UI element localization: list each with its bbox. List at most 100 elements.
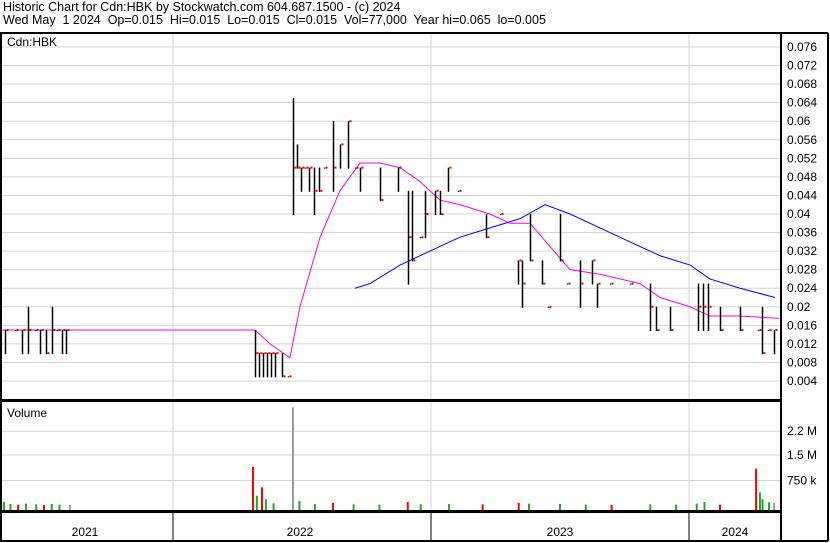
year-label: 2024 (722, 525, 749, 539)
close-tick (631, 282, 634, 285)
close-tick (651, 305, 654, 308)
close-tick (16, 328, 19, 331)
close-tick (409, 236, 412, 239)
close-tick (325, 166, 328, 169)
close-tick (759, 328, 762, 331)
volume-bar (761, 499, 764, 510)
price-tick-label: 0.068 (787, 77, 817, 91)
close-tick (501, 212, 504, 215)
close-tick (611, 282, 614, 285)
volume-bar (773, 502, 776, 510)
close-tick (315, 189, 318, 192)
volume-bar (58, 504, 61, 510)
close-tick (519, 259, 522, 262)
volume-bar (517, 502, 520, 510)
price-tick-label: 0.032 (787, 244, 817, 258)
close-tick (699, 305, 702, 308)
close-tick (657, 328, 660, 331)
close-tick (671, 328, 674, 331)
volume-bar (255, 495, 258, 510)
close-tick (334, 166, 337, 169)
close-tick (6, 328, 9, 331)
close-tick (268, 352, 271, 355)
year-label: 2021 (72, 525, 99, 539)
close-tick (449, 166, 452, 169)
close-tick (593, 259, 596, 262)
close-tick (581, 282, 584, 285)
close-tick (399, 166, 402, 169)
volume-bar (448, 503, 451, 510)
volume-panel-frame (0, 400, 782, 512)
volume-bar (406, 501, 409, 510)
close-tick (523, 282, 526, 285)
close-tick (63, 328, 66, 331)
volume-bar (584, 504, 587, 510)
close-tick (320, 189, 323, 192)
volume-bar (35, 504, 38, 510)
volume-bar (767, 502, 770, 510)
price-tick-label: 0.052 (787, 151, 817, 165)
close-tick (775, 328, 778, 331)
price-tick-label: 0.028 (787, 263, 817, 277)
close-tick (58, 328, 61, 331)
short-moving-average-line (1, 162, 780, 359)
close-tick (356, 166, 359, 169)
volume-bar (3, 501, 6, 510)
close-tick (298, 166, 301, 169)
year-axis-frame (0, 511, 782, 542)
volume-bar (755, 468, 758, 510)
close-tick (459, 189, 462, 192)
volume-bar (352, 504, 355, 510)
close-tick (704, 305, 707, 308)
close-tick (421, 236, 424, 239)
volume-tick-label: 2.2 M (787, 424, 817, 438)
volume-bar (758, 492, 761, 510)
price-tick-label: 0.072 (787, 59, 817, 73)
volume-bar (264, 499, 267, 510)
close-tick (769, 328, 772, 331)
close-tick (47, 352, 50, 355)
price-tick-label: 0.06 (787, 114, 811, 128)
volume-tick-label: 750 k (787, 474, 817, 488)
close-tick (283, 375, 286, 378)
volume-bar (718, 504, 721, 510)
close-tick (543, 282, 546, 285)
volume-bar (50, 503, 53, 510)
price-tick-label: 0.048 (787, 170, 817, 184)
price-chart: 0.004 0.008 0.012 0.016 0.02 0.024 0.028 0.032 0… (0, 32, 829, 542)
close-tick (306, 166, 309, 169)
price-tick-label: 0.044 (787, 188, 817, 202)
volume-bar (291, 407, 294, 510)
price-panel-frame (0, 32, 782, 401)
close-tick (260, 352, 263, 355)
volume-bar (695, 503, 698, 510)
volume-label: Volume (7, 406, 47, 420)
price-tick-label: 0.016 (787, 318, 817, 332)
price-tick-label: 0.076 (787, 40, 817, 54)
close-tick (487, 236, 490, 239)
close-tick (568, 282, 571, 285)
volume-bar (481, 504, 484, 510)
close-tick (349, 120, 352, 123)
close-tick (53, 328, 56, 331)
volume-bar (703, 501, 706, 510)
close-tick (549, 305, 552, 308)
volume-bar (378, 504, 381, 510)
close-tick (763, 352, 766, 355)
close-tick (276, 352, 279, 355)
close-tick (561, 259, 564, 262)
volume-bar (331, 502, 334, 510)
volume-bar (261, 487, 264, 510)
price-tick-label: 0.036 (787, 226, 817, 240)
year-label: 2022 (287, 525, 314, 539)
close-tick (67, 328, 70, 331)
close-tick (36, 328, 39, 331)
close-tick (436, 189, 439, 192)
close-tick (310, 166, 313, 169)
close-tick (361, 166, 364, 169)
year-label: 2023 (547, 525, 574, 539)
volume-bar (17, 504, 20, 510)
volume-bar (649, 504, 652, 510)
volume-bar (272, 503, 275, 510)
close-tick (441, 212, 444, 215)
